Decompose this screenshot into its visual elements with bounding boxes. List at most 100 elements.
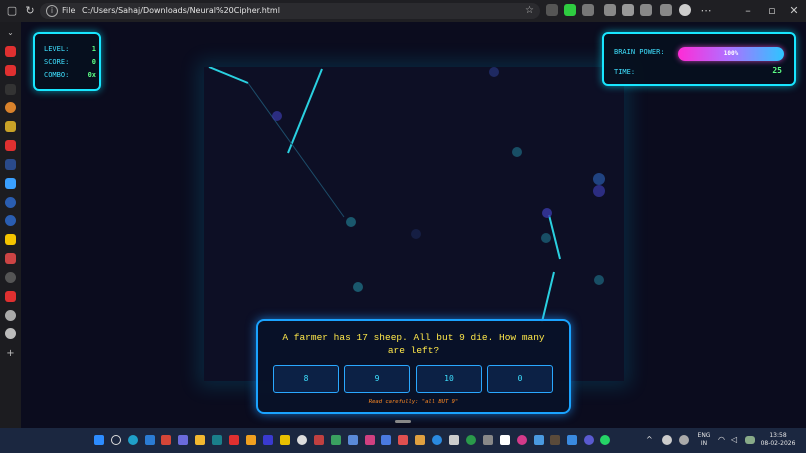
app-icon[interactable] bbox=[534, 435, 544, 445]
add-icon[interactable]: + bbox=[5, 348, 16, 359]
scroll-handle[interactable] bbox=[395, 420, 411, 423]
favorite-star-icon[interactable]: ☆ bbox=[525, 4, 534, 18]
app-icon[interactable] bbox=[517, 435, 527, 445]
tabs-menu-icon[interactable]: ▢ bbox=[4, 3, 20, 19]
answer-option-3[interactable]: 10 bbox=[416, 365, 482, 393]
neural-node[interactable] bbox=[272, 111, 282, 121]
answer-option-1[interactable]: 8 bbox=[273, 365, 339, 393]
site-info-icon[interactable]: i bbox=[46, 5, 58, 17]
app-tray-icon[interactable] bbox=[679, 435, 689, 445]
neural-node[interactable] bbox=[541, 233, 551, 243]
url-text[interactable]: C:/Users/Sahaj/Downloads/Neural%20Cipher… bbox=[82, 4, 280, 18]
app-icon[interactable] bbox=[466, 435, 476, 445]
language-label: ENG bbox=[697, 432, 711, 439]
app-icon[interactable] bbox=[550, 435, 560, 445]
youtube-icon[interactable] bbox=[5, 140, 16, 151]
app-icon[interactable] bbox=[381, 435, 391, 445]
app-icon[interactable] bbox=[280, 435, 290, 445]
answer-option-4[interactable]: 0 bbox=[487, 365, 553, 393]
app-icon[interactable] bbox=[432, 435, 442, 445]
shield-icon[interactable] bbox=[564, 4, 576, 16]
cloud-icon[interactable] bbox=[662, 435, 672, 445]
volume-icon[interactable]: ◁ bbox=[731, 436, 737, 444]
whatsapp-icon[interactable] bbox=[600, 435, 610, 445]
app-icon[interactable] bbox=[348, 435, 358, 445]
wifi-icon[interactable]: ◠ bbox=[718, 436, 725, 444]
app-icon[interactable] bbox=[500, 435, 510, 445]
maximize-icon[interactable]: ▫ bbox=[764, 3, 780, 19]
file-label: File bbox=[62, 6, 76, 15]
address-bar[interactable]: i File C:/Users/Sahaj/Downloads/Neural%2… bbox=[40, 3, 540, 19]
downloads-icon[interactable] bbox=[622, 4, 634, 16]
vscode-icon[interactable] bbox=[145, 435, 155, 445]
app-icon[interactable] bbox=[178, 435, 188, 445]
clock[interactable]: 13:58 08-02-2026 bbox=[760, 432, 796, 448]
search-icon[interactable] bbox=[5, 159, 16, 170]
app-icon[interactable] bbox=[365, 435, 375, 445]
app-icon[interactable] bbox=[263, 435, 273, 445]
gmail-icon[interactable] bbox=[161, 435, 171, 445]
edge-icon[interactable] bbox=[128, 435, 138, 445]
screenshot-icon[interactable] bbox=[640, 4, 652, 16]
discord-icon[interactable] bbox=[584, 435, 594, 445]
youtube-icon[interactable] bbox=[5, 46, 16, 57]
d-app-icon[interactable] bbox=[5, 215, 16, 226]
refresh-extension-icon[interactable] bbox=[582, 4, 594, 16]
neural-node[interactable] bbox=[346, 217, 356, 227]
app-icon[interactable] bbox=[314, 435, 324, 445]
start-icon[interactable] bbox=[94, 435, 104, 445]
chevron-down-icon[interactable]: ⌄ bbox=[5, 28, 16, 39]
app-icon[interactable] bbox=[398, 435, 408, 445]
app-icon[interactable] bbox=[415, 435, 425, 445]
combo-value: 0x bbox=[87, 71, 96, 79]
chevron-up-icon[interactable]: ^ bbox=[646, 436, 653, 444]
collections-icon[interactable] bbox=[660, 4, 672, 16]
neural-node[interactable] bbox=[411, 229, 421, 239]
search-icon[interactable] bbox=[5, 84, 16, 95]
close-icon[interactable]: ✕ bbox=[786, 3, 802, 19]
language-indicator[interactable]: ENG IN bbox=[694, 432, 714, 448]
app-icon[interactable] bbox=[449, 435, 459, 445]
more-options-icon[interactable]: ⋯ bbox=[698, 3, 714, 19]
time-label: TIME: bbox=[614, 68, 636, 76]
app-icon[interactable] bbox=[5, 178, 16, 189]
clock-date: 08-02-2026 bbox=[760, 440, 796, 447]
neural-node[interactable] bbox=[594, 275, 604, 285]
bolt-icon[interactable] bbox=[5, 234, 16, 245]
neural-node[interactable] bbox=[542, 208, 552, 218]
youtube-icon[interactable] bbox=[5, 291, 16, 302]
app-icon[interactable] bbox=[246, 435, 256, 445]
neural-node[interactable] bbox=[512, 147, 522, 157]
globe-icon[interactable] bbox=[5, 328, 16, 339]
search-icon[interactable] bbox=[111, 435, 121, 445]
refresh-icon[interactable]: ↻ bbox=[22, 3, 38, 19]
answer-option-2[interactable]: 9 bbox=[344, 365, 410, 393]
app-icon[interactable] bbox=[5, 121, 16, 132]
d-app-icon[interactable] bbox=[5, 197, 16, 208]
app-icon[interactable] bbox=[5, 102, 16, 113]
neural-node[interactable] bbox=[593, 185, 605, 197]
globe-icon[interactable] bbox=[5, 310, 16, 321]
clock-time: 13:58 bbox=[769, 432, 787, 439]
app-icon[interactable] bbox=[5, 272, 16, 283]
app-icon[interactable] bbox=[297, 435, 307, 445]
score-row: SCORE: 0 bbox=[44, 58, 96, 66]
neural-node[interactable] bbox=[353, 282, 363, 292]
app-icon[interactable] bbox=[229, 435, 239, 445]
folder-icon[interactable] bbox=[195, 435, 205, 445]
app-icon[interactable] bbox=[567, 435, 577, 445]
app-icon[interactable] bbox=[212, 435, 222, 445]
battery-icon[interactable] bbox=[745, 436, 755, 444]
avatar[interactable] bbox=[679, 4, 691, 16]
app-icon[interactable] bbox=[483, 435, 493, 445]
tab-actions-icon[interactable] bbox=[604, 4, 616, 16]
question-text: A farmer has 17 sheep. All but 9 die. Ho… bbox=[282, 332, 545, 356]
level-row: LEVEL: 1 bbox=[44, 45, 96, 53]
neural-node[interactable] bbox=[593, 173, 605, 185]
neural-node[interactable] bbox=[489, 67, 499, 77]
app-icon[interactable] bbox=[5, 253, 16, 264]
app-icon[interactable] bbox=[331, 435, 341, 445]
minimize-icon[interactable]: – bbox=[740, 3, 756, 19]
youtube-icon[interactable] bbox=[5, 65, 16, 76]
extension-icon[interactable] bbox=[546, 4, 558, 16]
